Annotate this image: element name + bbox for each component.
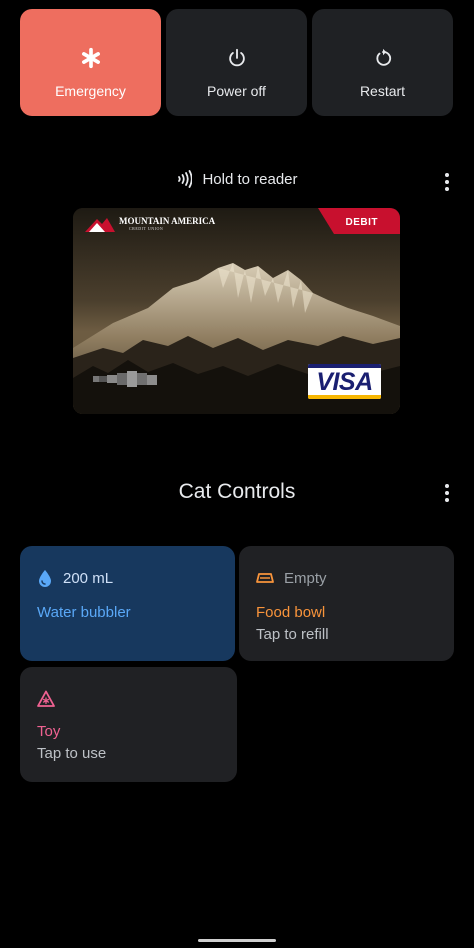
power-off-button[interactable]: Power off [166, 9, 307, 116]
water-status: 200 mL [63, 569, 114, 587]
emergency-label: Emergency [55, 83, 126, 99]
toy-subtitle: Tap to use [37, 745, 107, 762]
water-drop-icon [39, 570, 51, 587]
nfc-icon [178, 170, 193, 188]
home-gesture-bar[interactable] [198, 939, 276, 942]
controls-section-title: Cat Controls [178, 480, 296, 503]
bank-subtitle: CREDIT UNION [129, 226, 164, 231]
asterisk-icon [81, 47, 100, 69]
card-network-label: VISA [316, 368, 373, 396]
visa-logo: VISA [308, 364, 381, 399]
card-type-label: DEBIT [345, 217, 378, 228]
water-bubbler-tile[interactable]: 200 mL Water bubbler [20, 546, 235, 661]
food-bowl-tile[interactable]: Empty Food bowl Tap to refill [239, 546, 454, 661]
wallet-header: Hold to reader [0, 170, 474, 196]
water-title: Water bubbler [37, 604, 131, 621]
power-menu: Emergency Power off Restart [20, 9, 454, 116]
power-icon [228, 48, 245, 67]
masked-card-number [93, 371, 157, 387]
bowl-icon [256, 573, 274, 583]
payment-card[interactable]: DEBIT MOUNTAIN AMERICA CREDIT UNION VISA [73, 208, 400, 414]
bank-name: MOUNTAIN AMERICA [119, 216, 216, 226]
restart-icon [375, 48, 391, 66]
food-title: Food bowl [256, 604, 326, 621]
food-status: Empty [284, 569, 327, 587]
wallet-more-button[interactable] [435, 170, 459, 194]
bank-logo: MOUNTAIN AMERICA CREDIT UNION [85, 216, 215, 232]
toy-title: Toy [37, 723, 61, 740]
food-subtitle: Tap to refill [256, 626, 329, 643]
restart-label: Restart [359, 83, 406, 99]
restart-button[interactable]: Restart [312, 9, 453, 116]
nfc-label: Hold to reader [202, 170, 298, 188]
controls-more-button[interactable] [435, 481, 459, 505]
toy-tile[interactable]: Toy Tap to use [20, 667, 237, 782]
emergency-button[interactable]: Emergency [20, 9, 161, 116]
mountain-logo-icon [85, 218, 115, 232]
toy-icon [37, 690, 55, 707]
power-off-label: Power off [207, 83, 266, 99]
